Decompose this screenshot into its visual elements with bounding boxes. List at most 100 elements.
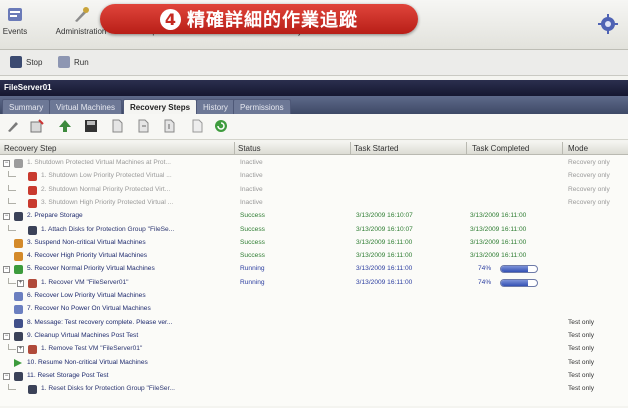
step-mode: Test only: [568, 318, 595, 326]
table-row[interactable]: − 5. Recover Normal Priority Virtual Mach…: [0, 264, 628, 275]
msg-step-icon: [14, 318, 23, 328]
table-row[interactable]: +1. Recover VM "FileServer01" Running 3/13…: [0, 277, 628, 289]
progress-fill: [501, 266, 528, 273]
tab-bar: Summary Virtual Machines Recovery Steps …: [0, 96, 628, 114]
step-name: 3. Suspend Non-critical Virtual Machines: [27, 238, 146, 246]
progress-bar: [500, 278, 538, 287]
banner-title: 精確詳細的作業追蹤: [187, 10, 358, 31]
table-row[interactable]: 7. Recover No Power On Virtual Machines: [0, 304, 628, 315]
toolbar-events-label: Events: [2, 27, 28, 36]
edit-icon[interactable]: [6, 119, 20, 133]
blue-step-icon: [14, 305, 23, 315]
expand-toggle[interactable]: +: [17, 279, 24, 287]
col-mode[interactable]: Mode: [568, 144, 588, 153]
step-status: Success: [240, 212, 265, 220]
task-started: 3/13/2009 16:11:00: [356, 252, 413, 260]
table-row[interactable]: − 2. Prepare Storage Success 3/13/2009 16:1…: [0, 211, 628, 222]
administration-icon: [75, 7, 89, 22]
step-name: 1. Shutdown Protected Virtual Machines a…: [27, 159, 171, 166]
run-button[interactable]: Run: [58, 56, 89, 68]
table-row[interactable]: 1. Reset Disks for Protection Group "Fil…: [0, 384, 628, 395]
stop-button[interactable]: Stop: [10, 56, 42, 68]
progress-fill: [501, 279, 528, 286]
col-task-started[interactable]: Task Started: [354, 144, 398, 153]
dark-step-icon: [14, 212, 23, 222]
page-icon[interactable]: [110, 119, 124, 133]
step-status: Success: [240, 225, 265, 233]
table-row[interactable]: 4. Recover High Priority Virtual Machine…: [0, 251, 628, 262]
task-completed: 3/13/2009 16:11:00: [470, 238, 527, 246]
step-name: 1. Shutdown Low Priority Protected Virtu…: [41, 172, 172, 180]
collapse-toggle[interactable]: −: [3, 266, 10, 274]
tab-summary[interactable]: Summary: [2, 99, 51, 114]
dark-step-icon: [28, 385, 37, 395]
tab-permissions[interactable]: Permissions: [233, 99, 291, 114]
main-toolbar: Events Administration Maps Consolidation…: [0, 0, 628, 50]
table-row[interactable]: 2. Shutdown Normal Priority Protected Vi…: [0, 184, 628, 196]
table-row[interactable]: 1. Attach Disks for Protection Group "Fi…: [0, 224, 628, 236]
step-mode: Test only: [568, 331, 595, 339]
green-step-icon: [14, 265, 23, 275]
table-row[interactable]: 6. Recover Low Priority Virtual Machines: [0, 291, 628, 302]
play-step-icon: [14, 358, 22, 367]
task-completed: 3/13/2009 16:11:00: [470, 225, 527, 233]
tab-virtual-machines[interactable]: Virtual Machines: [49, 99, 122, 114]
step-name: 2. Shutdown Normal Priority Protected Vi…: [41, 185, 171, 193]
action-bar: Stop Run: [0, 50, 628, 76]
step-name: 11. Reset Storage Post Test: [27, 371, 109, 379]
col-status[interactable]: Status: [238, 144, 261, 153]
table-row[interactable]: 3. Shutdown High Priority Protected Virt…: [0, 197, 628, 209]
dark-step-icon: [14, 331, 23, 341]
col-recovery-step[interactable]: Recovery Step: [4, 144, 56, 153]
task-started: 3/13/2009 16:11:00: [356, 278, 413, 286]
collapse-toggle[interactable]: −: [3, 213, 10, 221]
step-mode: Recovery only: [568, 159, 610, 166]
page-down-icon[interactable]: [162, 119, 176, 133]
feature-banner: 4 精確詳細的作業追蹤: [100, 4, 418, 34]
collapse-toggle[interactable]: −: [3, 332, 10, 340]
steps-toolbar: [0, 114, 628, 140]
page-next-icon[interactable]: [136, 119, 150, 133]
gray-step-icon: [14, 159, 23, 168]
step-name: 1. Reset Disks for Protection Group "Fil…: [41, 385, 175, 393]
add-step-icon[interactable]: [30, 119, 44, 133]
col-task-completed[interactable]: Task Completed: [472, 144, 529, 153]
task-started: 3/13/2009 16:10:07: [356, 225, 413, 233]
table-row[interactable]: − 9. Cleanup Virtual Machines Post Test Te…: [0, 331, 628, 342]
step-mode: Recovery only: [568, 172, 610, 180]
orange-step-icon: [14, 238, 23, 248]
step-status: Success: [240, 238, 265, 246]
delete-icon[interactable]: [190, 119, 204, 133]
move-up-icon[interactable]: [58, 119, 72, 133]
vm-step-icon: [28, 278, 37, 288]
step-name: 1. Attach Disks for Protection Group "Fi…: [41, 225, 175, 233]
task-completed: 3/13/2009 16:11:00: [470, 212, 527, 220]
expand-toggle[interactable]: +: [17, 346, 24, 354]
tab-history[interactable]: History: [196, 99, 235, 114]
table-row[interactable]: 10. Resume Non-critical Virtual Machines…: [0, 358, 628, 369]
step-mode: Test only: [568, 358, 595, 366]
step-status: Running: [240, 265, 265, 273]
stop-icon: [10, 56, 22, 68]
table-row[interactable]: 8. Message: Test recovery complete. Plea…: [0, 318, 628, 329]
save-icon[interactable]: [84, 119, 98, 133]
table-row[interactable]: − 1. Shutdown Protected Virtual Machines …: [0, 158, 628, 169]
vm-step-icon: [28, 345, 37, 355]
tab-recovery-steps[interactable]: Recovery Steps: [123, 99, 198, 114]
step-mode: Recovery only: [568, 185, 610, 193]
table-row[interactable]: 3. Suspend Non-critical Virtual Machines…: [0, 238, 628, 249]
table-row[interactable]: − 11. Reset Storage Post Test Test only: [0, 371, 628, 382]
gear-icon[interactable]: [598, 14, 618, 34]
step-status: Running: [240, 278, 265, 286]
toolbar-events[interactable]: Events: [0, 6, 46, 36]
task-started: 3/13/2009 16:11:00: [356, 265, 413, 273]
refresh-icon[interactable]: [214, 119, 228, 133]
step-name: 7. Recover No Power On Virtual Machines: [27, 305, 151, 313]
table-row[interactable]: +1. Remove Test VM "FileServer01" Test on…: [0, 344, 628, 355]
collapse-toggle[interactable]: −: [3, 372, 10, 380]
table-row[interactable]: 1. Shutdown Low Priority Protected Virtu…: [0, 171, 628, 182]
banner-number: 4: [160, 8, 181, 30]
task-started: 3/13/2009 16:11:00: [356, 238, 413, 246]
step-mode: Test only: [568, 385, 595, 393]
collapse-toggle[interactable]: −: [3, 160, 10, 167]
